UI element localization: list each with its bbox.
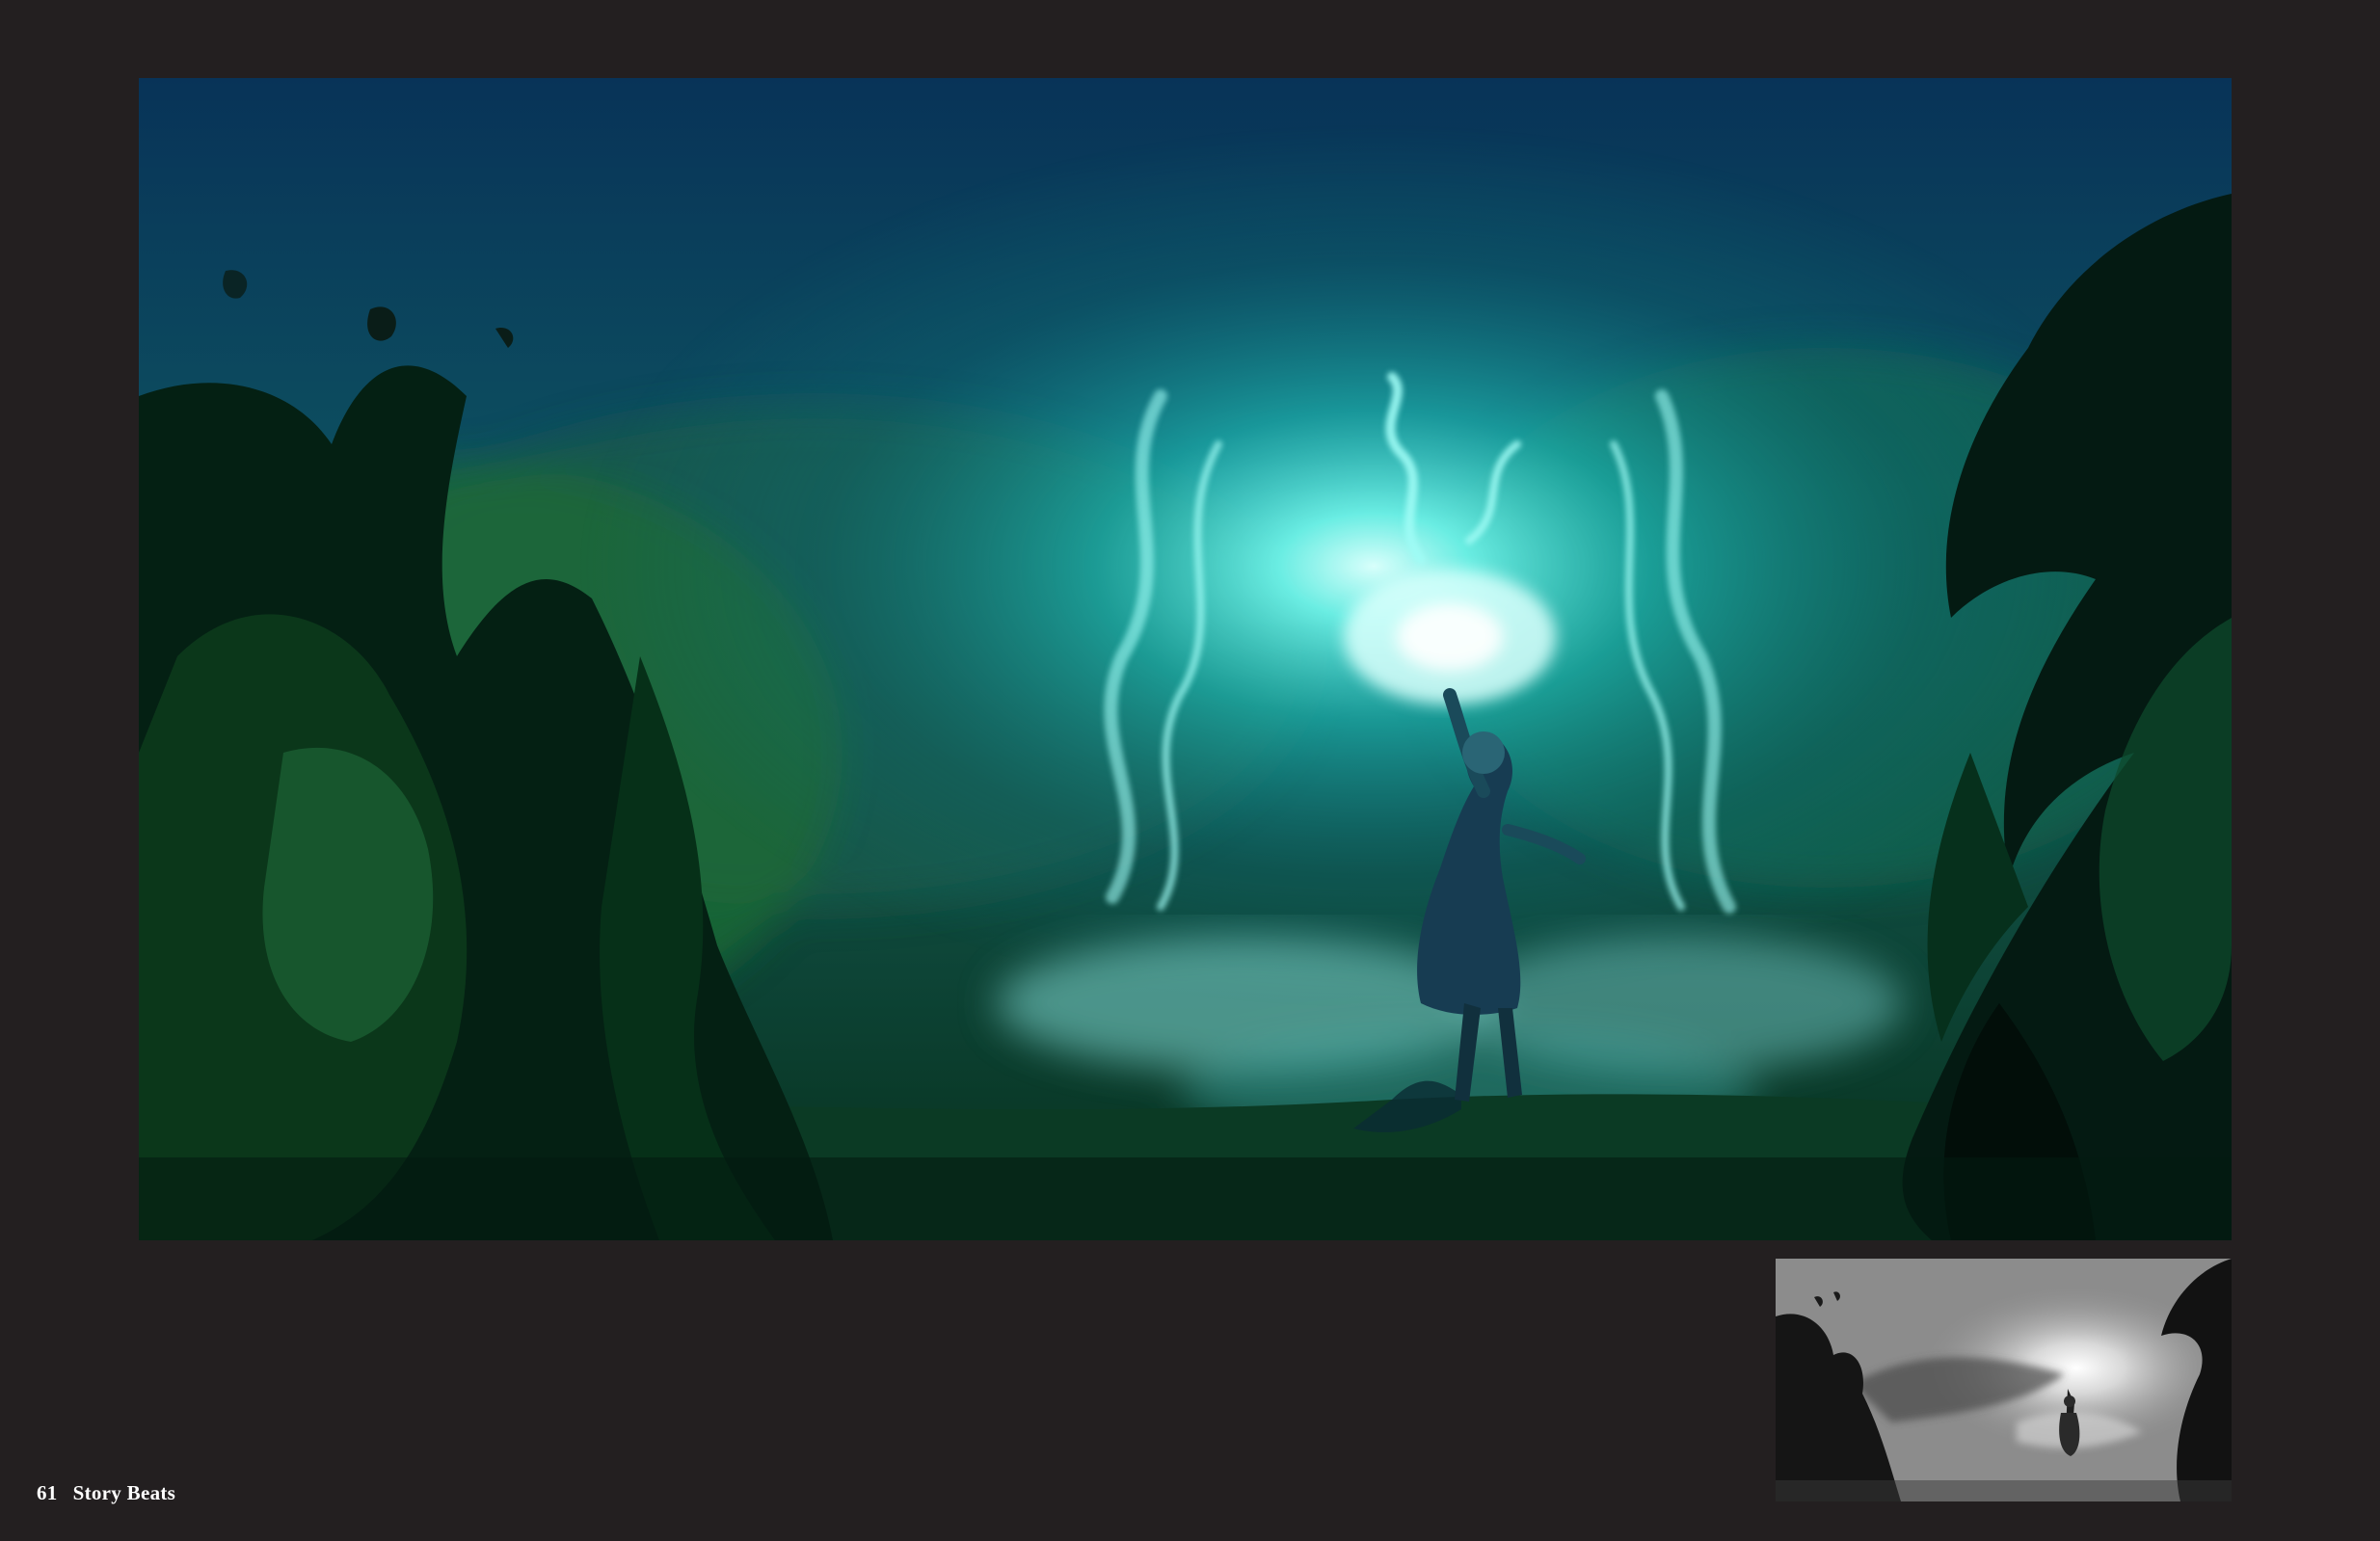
page-footer: 61 Story Beats — [37, 1481, 175, 1510]
section-title: Story Beats — [72, 1481, 176, 1504]
grayscale-thumbnail — [1776, 1259, 2232, 1501]
book-page: 61 Story Beats — [0, 0, 2380, 1541]
main-illustration — [139, 78, 2232, 1240]
bottom-vignette — [139, 1157, 2232, 1240]
main-illustration-svg — [139, 78, 2232, 1240]
magic-spark — [1344, 570, 1556, 704]
page-number: 61 — [37, 1481, 58, 1504]
grayscale-thumbnail-svg — [1776, 1259, 2232, 1501]
